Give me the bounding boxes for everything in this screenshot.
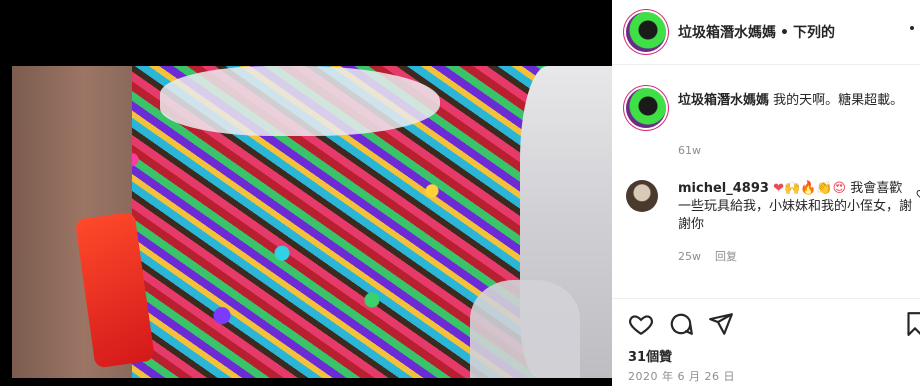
separator-dot: • bbox=[780, 25, 789, 41]
comment-meta: 25w 回复 bbox=[678, 248, 751, 264]
post-header: 垃圾箱潛水媽媽 • 下列的 bbox=[612, 0, 920, 65]
post-side-panel: 垃圾箱潛水媽媽 • 下列的 垃圾箱潛水媽媽 我的天啊。糖果超載。 61w miche… bbox=[612, 0, 920, 386]
share-icon[interactable] bbox=[708, 311, 734, 337]
commenter-avatar[interactable] bbox=[626, 180, 658, 212]
follow-button[interactable]: 下列的 bbox=[793, 25, 835, 41]
more-icon[interactable] bbox=[910, 26, 914, 30]
like-count[interactable]: 31個贊 bbox=[628, 346, 672, 365]
bookmark-icon[interactable] bbox=[902, 311, 920, 337]
photo-plastic-bag-bottom bbox=[470, 280, 580, 378]
comment-icon[interactable] bbox=[668, 311, 694, 337]
comment-timestamp[interactable]: 25w bbox=[678, 250, 701, 263]
comment-text: michel_4893 ❤🙌🔥👏😍 我會喜歡一些玩具給我，小妹妹和我的小侄女，謝… bbox=[678, 180, 914, 234]
author-line: 垃圾箱潛水媽媽 • 下列的 bbox=[678, 22, 835, 42]
caption-avatar[interactable] bbox=[626, 88, 666, 128]
heart-icon[interactable] bbox=[628, 311, 654, 337]
caption-timestamp[interactable]: 61w bbox=[678, 144, 701, 157]
author-username[interactable]: 垃圾箱潛水媽媽 bbox=[678, 25, 776, 41]
commenter-username[interactable]: michel_4893 bbox=[678, 181, 769, 196]
like-comment-icon[interactable] bbox=[916, 188, 920, 200]
comment-emojis: ❤🙌🔥👏😍 bbox=[773, 181, 847, 196]
reply-button[interactable]: 回复 bbox=[715, 250, 737, 263]
post-actions: 31個贊 2020 年 6 月 26 日 bbox=[612, 298, 920, 387]
caption-body: 我的天啊。糖果超載。 bbox=[773, 93, 904, 108]
author-avatar[interactable] bbox=[626, 12, 666, 52]
post-media[interactable] bbox=[0, 0, 612, 386]
caption-text: 垃圾箱潛水媽媽 我的天啊。糖果超載。 bbox=[678, 92, 914, 110]
caption-username[interactable]: 垃圾箱潛水媽媽 bbox=[678, 93, 769, 108]
photo-plastic-bag bbox=[160, 66, 440, 136]
post-date[interactable]: 2020 年 6 月 26 日 bbox=[628, 368, 735, 384]
